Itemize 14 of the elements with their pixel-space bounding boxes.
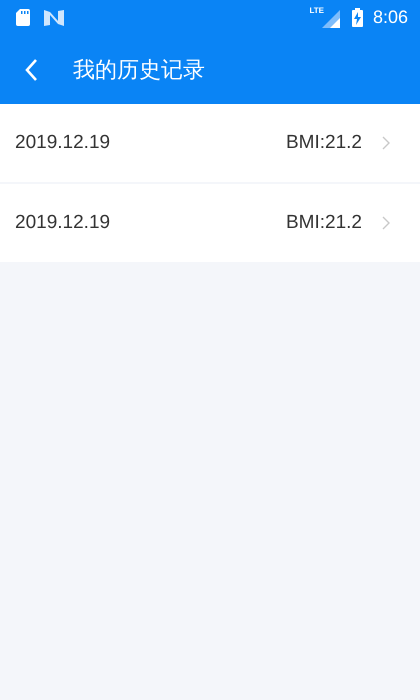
status-time: 8:06	[372, 7, 408, 28]
chevron-right-icon	[382, 136, 390, 150]
page-title: 我的历史记录	[73, 56, 205, 84]
record-date: 2019.12.19	[15, 212, 112, 234]
notification-icon	[44, 10, 64, 26]
record-row[interactable]: 2019.12.19 BMI:21.2	[0, 184, 420, 262]
chevron-right-icon	[382, 216, 390, 230]
sd-card-icon	[16, 9, 30, 26]
bmi-value: BMI:21.2	[286, 212, 362, 234]
battery-charging-icon	[352, 8, 363, 27]
record-row[interactable]: 2019.12.19 BMI:21.2	[0, 104, 420, 182]
network-type: LTE	[309, 6, 324, 15]
bmi-value: BMI:21.2	[286, 132, 362, 154]
record-date: 2019.12.19	[15, 132, 112, 154]
